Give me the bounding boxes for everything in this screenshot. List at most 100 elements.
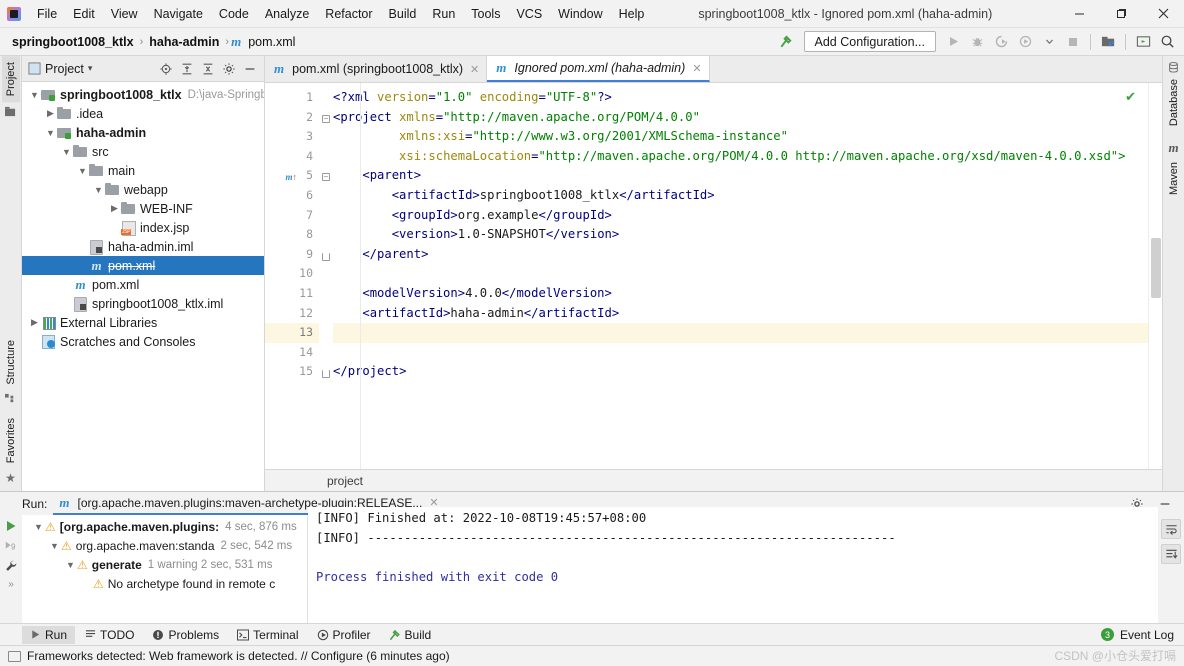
sidebar-item-favorites[interactable]: Favorites xyxy=(2,412,20,469)
run-tree-node[interactable]: ▼ ⚠ generate 1 warning 2 sec, 531 ms xyxy=(22,555,307,574)
hide-icon[interactable] xyxy=(240,59,260,79)
tree-node-haha-admin-iml[interactable]: haha-admin.iml xyxy=(22,237,264,256)
expand-twisty-icon[interactable]: ▼ xyxy=(48,541,61,551)
more-icon[interactable]: » xyxy=(8,579,14,590)
search-everywhere-icon[interactable] xyxy=(1156,31,1178,53)
menu-item-edit[interactable]: Edit xyxy=(65,3,103,25)
expand-all-icon[interactable] xyxy=(177,59,197,79)
sidebar-item-project[interactable]: Project xyxy=(1,56,20,103)
profile-icon[interactable] xyxy=(1014,31,1036,53)
chevron-down-icon[interactable]: ▾ xyxy=(88,63,93,74)
collapse-twisty-icon[interactable]: ▶ xyxy=(108,203,121,214)
bottom-tab-terminal[interactable]: Terminal xyxy=(229,626,306,644)
breadcrumb-item-file[interactable]: pom.xml xyxy=(244,34,299,50)
menu-item-run[interactable]: Run xyxy=(424,3,463,25)
gear-icon[interactable] xyxy=(219,59,239,79)
menu-item-window[interactable]: Window xyxy=(550,3,610,25)
fold-handle[interactable] xyxy=(319,362,333,382)
chevron-down-icon[interactable] xyxy=(1038,31,1060,53)
collapse-all-icon[interactable] xyxy=(198,59,218,79)
expand-twisty-icon[interactable]: ▼ xyxy=(32,522,45,532)
run-tree-node[interactable]: ⚠ No archetype found in remote c xyxy=(22,574,307,593)
sidebar-item-structure[interactable]: Structure xyxy=(2,334,20,391)
menu-item-file[interactable]: File xyxy=(29,3,65,25)
tree-node-src[interactable]: ▼ src xyxy=(22,142,264,161)
scrollbar-thumb[interactable] xyxy=(1151,238,1161,298)
debug-icon[interactable] xyxy=(966,31,988,53)
menu-item-analyze[interactable]: Analyze xyxy=(257,3,317,25)
tree-node-web-inf[interactable]: ▶ WEB-INF xyxy=(22,199,264,218)
fold-handle[interactable] xyxy=(319,245,333,265)
rerun-icon[interactable] xyxy=(4,519,18,533)
menu-item-build[interactable]: Build xyxy=(381,3,425,25)
tree-node-external-libraries[interactable]: ▶ External Libraries xyxy=(22,313,264,332)
bottom-tab-build[interactable]: Build xyxy=(381,626,440,644)
tree-node-webapp[interactable]: ▼ webapp xyxy=(22,180,264,199)
editor-code[interactable]: <?xml version="1.0" encoding="UTF-8"?> <p… xyxy=(333,83,1162,469)
expand-twisty-icon[interactable]: ▼ xyxy=(28,90,41,100)
run-results-tree[interactable]: ▼ ⚠ [org.apache.maven.plugins: 4 sec, 876 m… xyxy=(22,515,308,623)
editor-tab-1[interactable]: m pom.xml (springboot1008_ktlx) ✕ xyxy=(265,56,488,82)
project-tree[interactable]: ▼ springboot1008_ktlx D:\java-Springbo ▶ .id… xyxy=(22,82,264,491)
expand-twisty-icon[interactable]: ▼ xyxy=(60,147,73,157)
sidebar-item-database[interactable]: Database xyxy=(1165,73,1183,132)
expand-twisty-icon[interactable]: ▼ xyxy=(44,128,57,138)
expand-twisty-icon[interactable]: ▼ xyxy=(64,560,77,570)
tree-node-scratches-and-consoles[interactable]: Scratches and Consoles xyxy=(22,332,264,351)
collapse-twisty-icon[interactable]: ▶ xyxy=(28,317,41,328)
menu-item-code[interactable]: Code xyxy=(211,3,257,25)
run-tree-node[interactable]: ▼ ⚠ [org.apache.maven.plugins: 4 sec, 876 m… xyxy=(22,517,307,536)
editor-fold-column[interactable]: – – xyxy=(319,83,333,469)
error-stripe[interactable] xyxy=(1148,83,1162,469)
fold-handle[interactable]: – xyxy=(319,108,333,128)
menu-item-refactor[interactable]: Refactor xyxy=(317,3,380,25)
bottom-tab-todo[interactable]: TODO xyxy=(77,626,142,644)
expand-twisty-icon[interactable]: ▼ xyxy=(92,185,105,195)
menu-item-tools[interactable]: Tools xyxy=(463,3,508,25)
scroll-to-end-icon[interactable] xyxy=(1161,544,1181,564)
run-tree-node[interactable]: ▼ ⚠ org.apache.maven:standa 2 sec, 542 ms xyxy=(22,536,307,555)
tree-node-pom-xml[interactable]: m pom.xml xyxy=(22,256,264,275)
menu-item-view[interactable]: View xyxy=(103,3,146,25)
editor-tab-2[interactable]: m Ignored pom.xml (haha-admin) ✕ xyxy=(487,56,710,82)
tree-node--idea[interactable]: ▶ .idea xyxy=(22,104,264,123)
tree-node-index-jsp[interactable]: index.jsp xyxy=(22,218,264,237)
rerun-failed-icon[interactable]: 9 xyxy=(4,539,18,553)
editor-gutter[interactable]: 1 2 3 4 5 m↑ 6 7 8 9 10 11 12 13 14 15 xyxy=(265,83,319,469)
editor-breadcrumb-label[interactable]: project xyxy=(327,474,363,488)
menu-item-navigate[interactable]: Navigate xyxy=(146,3,211,25)
tree-node-springboot1008-ktlx-iml[interactable]: springboot1008_ktlx.iml xyxy=(22,294,264,313)
collapse-twisty-icon[interactable]: ▶ xyxy=(44,108,57,119)
tree-node-pom-xml[interactable]: m pom.xml xyxy=(22,275,264,294)
tree-node-haha-admin[interactable]: ▼ haha-admin xyxy=(22,123,264,142)
breadcrumb-item-module[interactable]: haha-admin xyxy=(145,34,223,50)
close-icon[interactable]: ✕ xyxy=(692,62,701,75)
run-with-coverage-icon[interactable] xyxy=(990,31,1012,53)
breadcrumb-item-project[interactable]: springboot1008_ktlx xyxy=(8,34,138,50)
add-configuration-button[interactable]: Add Configuration... xyxy=(803,31,936,52)
fold-handle[interactable]: – xyxy=(319,166,333,186)
updates-icon[interactable] xyxy=(1132,31,1154,53)
close-icon[interactable]: ✕ xyxy=(470,63,479,76)
tree-node-main[interactable]: ▼ main xyxy=(22,161,264,180)
build-project-icon[interactable] xyxy=(1097,31,1119,53)
event-log-button[interactable]: 3 Event Log xyxy=(1100,628,1184,642)
menu-item-vcs[interactable]: VCS xyxy=(508,3,550,25)
minimize-button[interactable] xyxy=(1058,0,1100,28)
run-console-output[interactable]: [INFO] Finished at: 2022-10-08T19:45:57+… xyxy=(308,507,1158,623)
tree-node-springboot1008-ktlx[interactable]: ▼ springboot1008_ktlx D:\java-Springbo xyxy=(22,85,264,104)
bottom-tab-run[interactable]: Run xyxy=(22,625,76,644)
run-icon[interactable] xyxy=(942,31,964,53)
stop-icon[interactable] xyxy=(1062,31,1084,53)
settings-wrench-icon[interactable] xyxy=(4,559,18,573)
locate-icon[interactable] xyxy=(156,59,176,79)
menu-item-help[interactable]: Help xyxy=(611,3,653,25)
expand-twisty-icon[interactable]: ▼ xyxy=(76,166,89,176)
status-message[interactable]: Frameworks detected: Web framework is de… xyxy=(27,649,450,663)
close-button[interactable] xyxy=(1142,0,1184,28)
maximize-button[interactable] xyxy=(1100,0,1142,28)
build-hammer-icon[interactable] xyxy=(776,31,798,53)
soft-wrap-icon[interactable] xyxy=(1161,519,1181,539)
bottom-tab-profiler[interactable]: Profiler xyxy=(309,626,379,644)
sidebar-item-maven[interactable]: Maven xyxy=(1165,156,1183,201)
